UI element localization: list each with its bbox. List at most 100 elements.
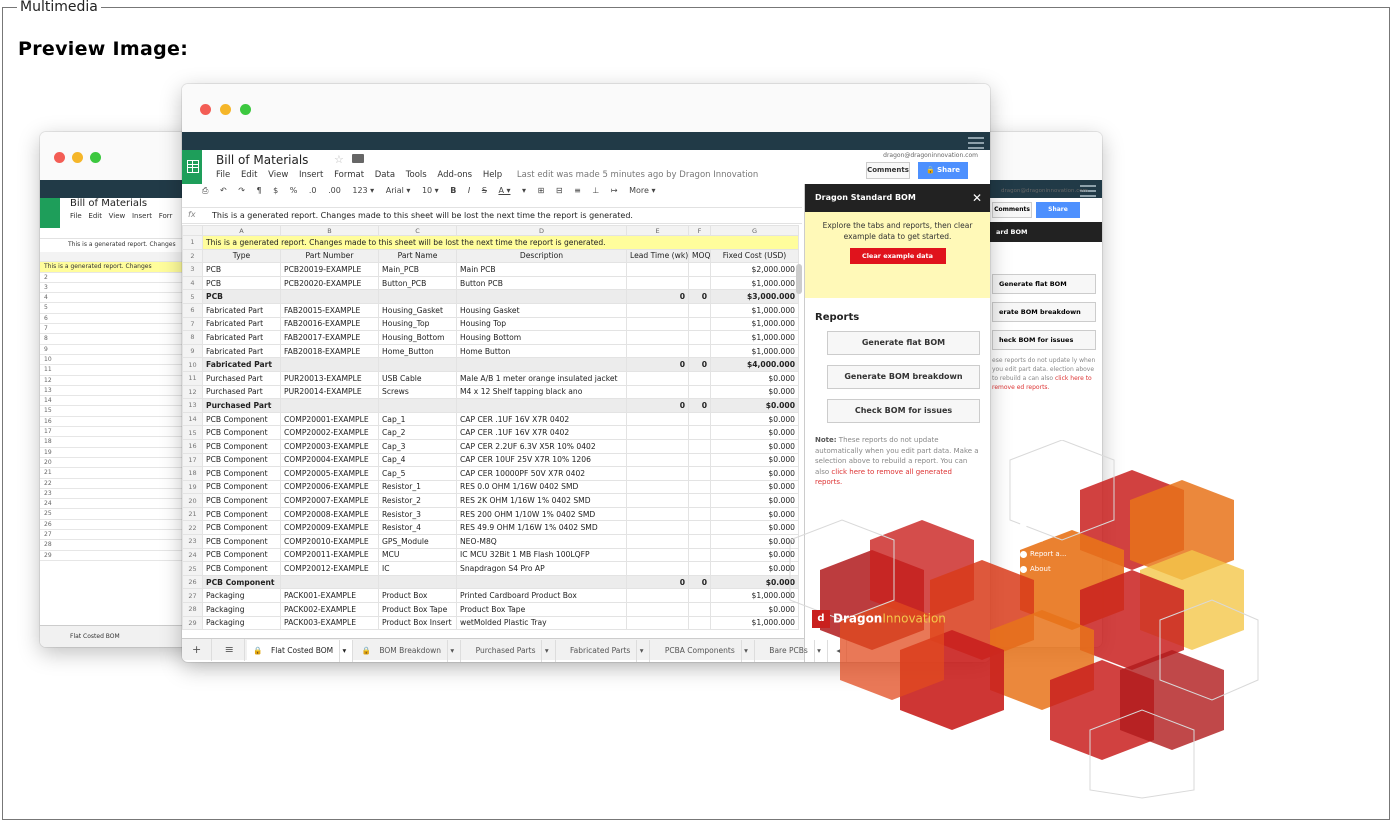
row-number: 24 <box>182 547 203 563</box>
lead-time-cell <box>626 479 689 495</box>
row-number: 3 <box>182 262 203 277</box>
lead-time-cell <box>626 520 689 536</box>
generate-bom-breakdown-button: Generate BOM breakdown <box>827 365 980 389</box>
borders-icon: ⊞ <box>537 186 545 195</box>
back-menubar: File Edit View Insert Forr <box>70 212 172 220</box>
about-icon <box>1020 565 1027 573</box>
part-name-cell: Resistor_4 <box>378 520 457 536</box>
formatting-toolbar: ⎙ ↶ ↷ ¶ $ % .0 .00 123 ▾ Arial ▾ 10 ▾ B … <box>202 186 802 206</box>
paint-format-icon: ¶ <box>256 186 262 195</box>
header-cell: Part Name <box>378 248 457 264</box>
moq-cell <box>688 561 711 576</box>
row-number: 16 <box>182 438 203 454</box>
type-cell: PCB Component <box>202 452 281 468</box>
menu-edit: Edit <box>240 170 258 180</box>
fixed-cost-cell: $0.000 <box>710 384 799 400</box>
table-row: 21 PCB Component COMP20008-EXAMPLE Resistor… <box>182 506 799 522</box>
part-name-cell: Product Box Tape <box>378 602 457 617</box>
table-row: 6 Fabricated Part FAB20015-EXAMPLE Housing_… <box>182 302 799 318</box>
moq-cell <box>688 452 711 468</box>
table-row: 27 Packaging PACK001-EXAMPLE Product Box Pri… <box>182 588 799 604</box>
lead-time-cell <box>626 534 689 549</box>
description-cell: Home Button <box>456 343 627 359</box>
sheet-tabs-bar: + ≡ 🔒 Flat Costed BOM ▾ 🔒 BOM Breakdown … <box>182 638 848 662</box>
part-name-cell: Resistor_2 <box>378 493 457 508</box>
row-number: 23 <box>182 534 203 549</box>
fixed-cost-cell: $1,000.000 <box>710 302 799 318</box>
lead-time-cell <box>626 561 689 576</box>
part-name-cell: Resistor_1 <box>378 479 457 495</box>
table-row: 15 PCB Component COMP20002-EXAMPLE Cap_2 CAP… <box>182 425 799 440</box>
part-name-cell: Cap_5 <box>378 466 457 481</box>
row-number: 6 <box>182 302 203 318</box>
description-cell <box>456 574 627 590</box>
row-number: 28 <box>182 602 203 617</box>
type-cell: PCB Component <box>202 425 281 440</box>
document-title: Bill of Materials <box>216 153 309 167</box>
increase-decimal-icon: .00 <box>328 186 341 195</box>
type-cell: PCB Component <box>202 466 281 481</box>
minimize-dot-icon <box>220 104 231 115</box>
all-sheets-icon: ≡ <box>215 639 245 661</box>
lead-time-cell <box>626 302 689 318</box>
description-cell: Male A/B 1 meter orange insulated jacket <box>456 370 627 386</box>
type-cell: PCB <box>202 275 281 291</box>
number-format-dropdown: 123 ▾ <box>352 186 375 195</box>
moq-cell: 0 <box>688 289 711 304</box>
sheet-tab: 🔒 BOM Breakdown ▾ <box>356 640 462 662</box>
star-icon: ☆ <box>334 153 344 166</box>
lead-time-cell <box>626 330 689 345</box>
fixed-cost-cell: $0.000 <box>710 370 799 386</box>
logo-word-dragon: Dragon <box>833 611 883 626</box>
faq-icon <box>1020 535 1027 543</box>
row-number: 10 <box>182 357 203 372</box>
lead-time-cell: 0 <box>626 357 689 372</box>
back-doc-title: Bill of Materials <box>70 198 148 209</box>
lead-time-cell <box>626 275 689 291</box>
type-cell: Purchased Part <box>202 398 281 413</box>
back-grid: This is a generated report. Changes 23 45… <box>40 252 200 561</box>
fixed-cost-cell: $1,000.000 <box>710 316 799 332</box>
subtotal-row: 5 PCB 0 0 $3,000.000 <box>182 289 799 304</box>
currency-icon: $ <box>273 186 279 195</box>
table-row: 4 PCB PCB20020-EXAMPLE Button_PCB Button PCB… <box>182 275 799 291</box>
percent-icon: % <box>289 186 298 195</box>
fixed-cost-cell: $0.000 <box>710 425 799 440</box>
description-cell: M4 x 12 Shelf tapping black ano <box>456 384 627 400</box>
back-fx-row: This is a generated report. Changes <box>40 238 200 250</box>
lead-time-cell <box>626 411 689 427</box>
description-cell <box>456 357 627 372</box>
type-cell: PCB Component <box>202 479 281 495</box>
part-number-cell <box>280 357 379 372</box>
part-name-cell <box>378 357 457 372</box>
merge-icon: ⊟ <box>555 186 563 195</box>
lead-time-cell <box>626 547 689 563</box>
moq-cell <box>688 302 711 318</box>
type-cell: Purchased Part <box>202 370 281 386</box>
sheet-tab: 🔒 Flat Costed BOM ▾ <box>247 640 354 662</box>
part-number-cell: COMP20009-EXAMPLE <box>280 520 379 536</box>
sheets-logo-icon <box>182 150 202 184</box>
part-number-cell: COMP20003-EXAMPLE <box>280 438 379 454</box>
description-cell: CAP CER 10UF 25V X7R 10% 1206 <box>456 452 627 468</box>
row-number: 21 <box>182 506 203 522</box>
part-number-cell <box>280 574 379 590</box>
lead-time-cell <box>626 452 689 468</box>
formula-text: This is a generated report. Changes made… <box>212 211 633 220</box>
description-cell: Printed Cardboard Product Box <box>456 588 627 604</box>
description-cell: RES 200 OHM 1/10W 1% 0402 SMD <box>456 506 627 522</box>
part-name-cell <box>378 398 457 413</box>
part-number-cell: PACK003-EXAMPLE <box>280 615 379 631</box>
part-number-cell: PACK002-EXAMPLE <box>280 602 379 617</box>
lead-time-cell <box>626 425 689 440</box>
part-number-cell <box>280 289 379 304</box>
moq-cell <box>688 262 711 277</box>
part-name-cell: Product Box Insert <box>378 615 457 631</box>
bold-icon: B <box>450 186 457 195</box>
description-cell: NEO-M8Q <box>456 534 627 549</box>
description-cell: Main PCB <box>456 262 627 277</box>
type-cell: Fabricated Part <box>202 343 281 359</box>
folder-icon <box>352 154 364 163</box>
subtotal-row: 13 Purchased Part 0 0 $0.000 <box>182 398 799 413</box>
type-cell: PCB Component <box>202 438 281 454</box>
